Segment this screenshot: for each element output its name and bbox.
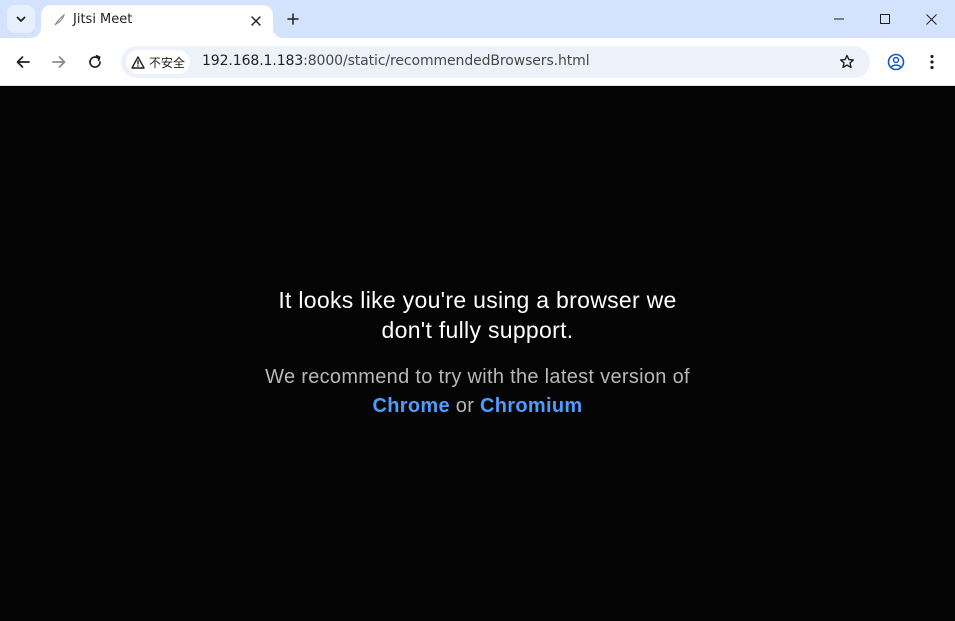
close-window-icon [925,13,937,25]
maximize-icon [880,14,890,24]
active-tab[interactable]: Jitsi Meet [41,5,273,38]
or-text: or [455,395,475,417]
url-host: 192.168.1.183 [202,53,304,69]
tab-strip: Jitsi Meet [0,0,955,38]
forward-button[interactable] [46,49,72,75]
browser-toolbar: 不安全 192.168.1.183:8000/static/recommende… [0,38,955,86]
minimize-icon [834,18,844,20]
chevron-down-icon [16,16,26,22]
reload-button[interactable] [82,49,108,75]
bookmark-button[interactable] [836,51,858,73]
warning-triangle-icon [131,55,145,69]
recommend-line: We recommend to try with the latest vers… [265,366,690,388]
close-window-button[interactable] [908,0,954,38]
jitsi-feather-icon [54,13,65,26]
headline-line-1: It looks like you're using a browser we [278,287,677,313]
url-text[interactable]: 192.168.1.183:8000/static/recommendedBro… [202,53,590,69]
close-icon [251,16,261,26]
headline-line-2: don't fully support. [381,317,574,343]
profile-button[interactable] [883,49,909,75]
reload-icon [89,54,101,68]
browser-links-line: Chrome or Chromium [0,392,955,421]
star-icon [840,54,854,69]
kebab-menu-icon [930,54,934,70]
arrow-left-icon [16,56,30,68]
minimize-button[interactable] [816,0,862,38]
chrome-link[interactable]: Chrome [373,395,450,417]
tab-title: Jitsi Meet [73,12,133,27]
arrow-right-icon [52,56,66,68]
chromium-link[interactable]: Chromium [480,395,582,417]
plus-icon [287,13,299,25]
security-label: 不安全 [149,55,186,70]
address-bar[interactable]: 不安全 192.168.1.183:8000/static/recommende… [121,46,870,78]
back-button[interactable] [10,49,36,75]
security-chip[interactable]: 不安全 [126,50,190,74]
recommendation-text: We recommend to try with the latest vers… [0,363,955,421]
menu-button[interactable] [919,49,945,75]
profile-icon [887,53,905,71]
tab-close-button[interactable] [247,12,265,30]
new-tab-button[interactable] [283,8,303,30]
maximize-button[interactable] [862,0,908,38]
url-path: :8000/static/recommendedBrowsers.html [303,53,590,69]
page-content: It looks like you're using a browser we … [0,86,955,621]
unsupported-browser-headline: It looks like you're using a browser we … [0,285,955,345]
